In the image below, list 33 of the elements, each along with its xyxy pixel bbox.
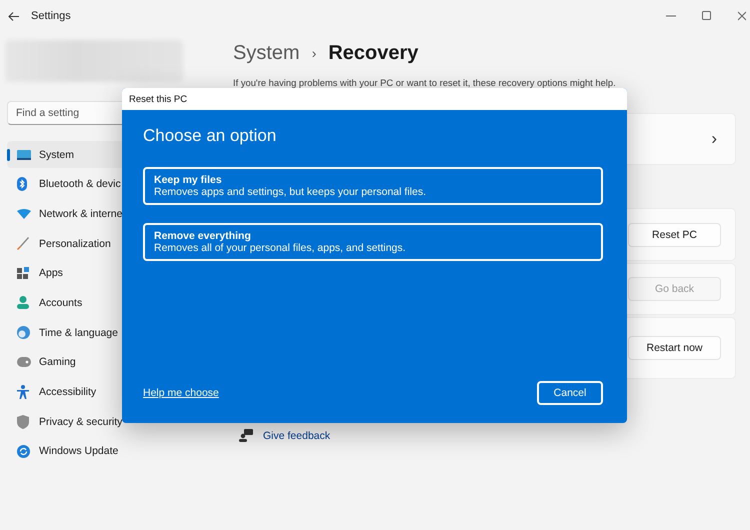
maximize-icon[interactable] [702, 11, 712, 21]
action-button[interactable]: Reset PC [628, 222, 721, 246]
breadcrumb-parent[interactable]: System [233, 42, 300, 64]
window-title: Settings [31, 10, 71, 22]
person-icon [17, 296, 29, 310]
accessibility-icon [17, 385, 29, 399]
bluetooth-icon [17, 177, 27, 192]
sidebar-item[interactable]: Privacy & security [7, 408, 207, 436]
description: If you're having problems with your PC or want to reset it, these recovery options might help. [233, 77, 617, 88]
globe-clock-icon [17, 326, 30, 340]
close-icon[interactable] [738, 11, 746, 21]
feedback-icon [239, 429, 253, 442]
feedback-link[interactable]: Give feedback [263, 430, 330, 442]
page-title: Recovery [328, 42, 418, 64]
back-icon[interactable] [8, 12, 19, 20]
help-link[interactable]: Help me choose [143, 387, 219, 399]
sidebar-item[interactable]: Gaming [7, 348, 207, 376]
sync-icon [17, 444, 30, 458]
option-button[interactable]: Keep my files Removes apps and settings, but keeps your personal files. [143, 167, 603, 205]
wifi-icon [17, 208, 31, 219]
option-button[interactable]: Remove everything Removes all of your personal files, apps, and settings. [143, 223, 603, 261]
sidebar-item[interactable]: Apps [7, 260, 207, 287]
apps-icon [17, 266, 30, 280]
sidebar-item[interactable]: Accounts [7, 289, 207, 316]
breadcrumb-separator: › [312, 45, 316, 61]
cancel-button[interactable]: Cancel [537, 381, 603, 405]
chevron-icon[interactable]: › [711, 129, 721, 149]
action-button[interactable]: Restart now [628, 336, 721, 360]
sidebar-item[interactable]: Windows Update [7, 438, 207, 465]
sidebar-item[interactable]: Time & language [7, 319, 207, 346]
shield-icon [17, 414, 29, 429]
brush-icon [17, 237, 29, 250]
monitor-icon [17, 150, 31, 160]
